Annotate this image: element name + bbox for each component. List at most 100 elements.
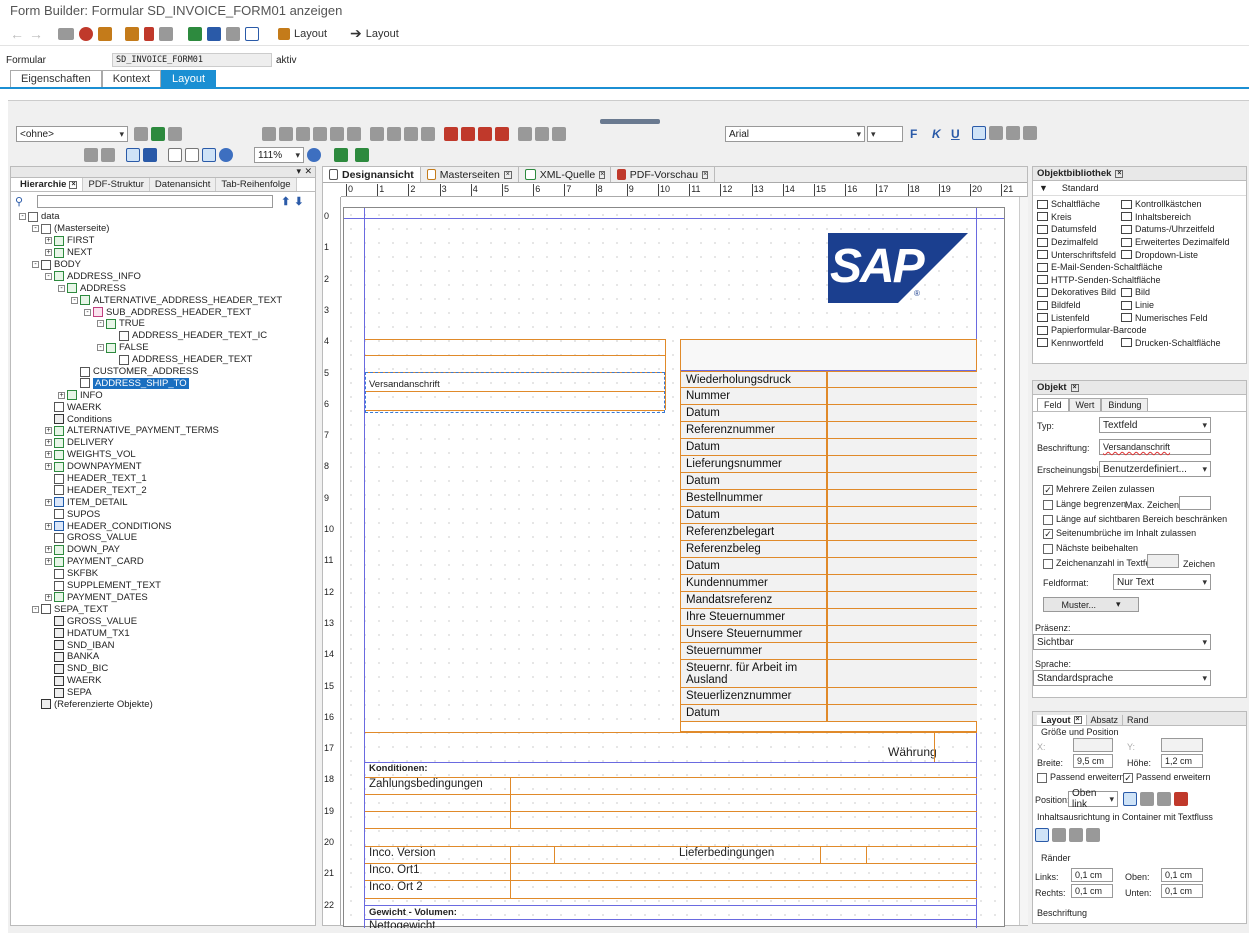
check-script-icon[interactable] (334, 148, 348, 162)
rechts-input[interactable]: 0,1 cm (1071, 884, 1113, 898)
library-item[interactable]: Unterschriftsfeld (1037, 248, 1121, 261)
tab-masterseiten[interactable]: Masterseiten × (421, 167, 519, 182)
expand-icon[interactable]: + (45, 463, 52, 471)
text-align-center-icon[interactable] (989, 126, 1003, 140)
preview-icon[interactable] (355, 148, 369, 162)
laenge-begrenzen-checkbox[interactable] (1043, 499, 1053, 510)
muster-dropdown-icon[interactable]: ▾ (1116, 599, 1121, 610)
collapse-icon[interactable]: - (32, 605, 39, 613)
structure-icon[interactable] (207, 26, 221, 41)
info-row[interactable]: Ihre Steuernummer (681, 608, 827, 626)
y-input[interactable] (1161, 738, 1203, 752)
info-row-value[interactable] (827, 506, 977, 524)
canvas-scrollbar[interactable] (1019, 197, 1028, 925)
info-row-value[interactable] (827, 371, 977, 388)
unten-input[interactable]: 0,1 cm (1161, 884, 1203, 898)
back-layer-icon[interactable] (535, 127, 549, 141)
laenge-sichtbar-checkbox[interactable] (1043, 514, 1053, 525)
library-group-toggle-icon[interactable]: ▼ (1039, 183, 1048, 193)
hierarchy-icon[interactable] (125, 26, 139, 41)
info-row[interactable]: Lieferungsnummer (681, 455, 827, 473)
align-right-icon[interactable] (279, 127, 293, 141)
zoom-out-icon[interactable] (219, 148, 233, 162)
info-row-value[interactable] (827, 591, 977, 609)
praesenz-select[interactable]: Sichtbar (1033, 634, 1211, 650)
tab-close-icon[interactable]: × (702, 170, 709, 179)
info-row-value[interactable] (827, 659, 977, 688)
library-item[interactable]: Dropdown-Liste (1121, 248, 1231, 261)
tree-item[interactable]: WAERK (11, 401, 316, 413)
tree-item[interactable]: ADDRESS_HEADER_TEXT (11, 354, 316, 366)
expand-icon[interactable]: + (45, 522, 52, 530)
info-row[interactable]: Nummer (681, 387, 827, 405)
info-row[interactable]: Datum (681, 404, 827, 422)
library-item[interactable]: Linie (1121, 299, 1231, 312)
info-row[interactable]: Datum (681, 557, 827, 575)
tree-item[interactable]: HEADER_TEXT_2 (11, 484, 316, 496)
zoom-in-icon[interactable] (307, 148, 321, 162)
library-item[interactable]: HTTP-Senden-Schaltfläche (1037, 274, 1161, 287)
tree-item[interactable]: SND_IBAN (11, 639, 316, 651)
layout-button-2[interactable]: ➔ Layout (350, 25, 399, 42)
oben-input[interactable]: 0,1 cm (1161, 868, 1203, 882)
tree-item[interactable]: SND_BIC (11, 663, 316, 675)
info-row-value[interactable] (827, 523, 977, 541)
tree-item[interactable]: WAERK (11, 675, 316, 687)
collapse-icon[interactable]: - (97, 320, 104, 328)
beschriftung-input[interactable]: Versandanschrift (1099, 439, 1211, 455)
info-row[interactable]: Datum (681, 506, 827, 524)
info-row[interactable]: Steuernummer (681, 642, 827, 660)
tree-item[interactable]: CUSTOMER_ADDRESS (11, 366, 316, 378)
align-center-v-icon[interactable] (347, 127, 361, 141)
info-row[interactable]: Datum (681, 472, 827, 490)
script-icon[interactable] (552, 127, 566, 141)
tree-item[interactable]: - TRUE (11, 318, 316, 330)
library-item[interactable]: Kennwortfeld (1037, 337, 1121, 350)
mehrere-zeilen-option[interactable]: ✓ Mehrere Zeilen zulassen (1043, 484, 1155, 495)
expand-icon[interactable]: + (45, 439, 52, 447)
naechste-option[interactable]: Nächste beibehalten (1043, 543, 1138, 554)
collapse-icon[interactable]: - (97, 344, 104, 352)
tab-absatz[interactable]: Absatz (1085, 715, 1123, 725)
bold-button[interactable]: F (910, 127, 917, 141)
tree-item[interactable]: HDATUM_TX1 (11, 627, 316, 639)
expand-icon[interactable]: + (45, 558, 52, 566)
expand-icon[interactable]: + (45, 593, 52, 601)
wrap-icon[interactable] (478, 127, 492, 141)
tree-item[interactable]: - ADDRESS (11, 282, 316, 294)
snap-grid-icon[interactable] (143, 148, 157, 162)
info-row-value[interactable] (827, 540, 977, 558)
table-icon[interactable] (226, 26, 240, 41)
tree-item[interactable]: ADDRESS_HEADER_TEXT_IC (11, 330, 316, 342)
seitenumbrueche-checkbox[interactable]: ✓ (1043, 528, 1053, 539)
activate-icon[interactable] (79, 26, 93, 41)
info-row[interactable]: Referenznummer (681, 421, 827, 439)
collapse-icon[interactable]: - (45, 272, 52, 280)
info-row-value[interactable] (827, 489, 977, 507)
info-row-value[interactable] (827, 608, 977, 626)
add-icon[interactable] (151, 127, 165, 141)
tree-item[interactable]: SUPOS (11, 508, 316, 520)
font-select[interactable]: Arial (725, 126, 865, 142)
seitenumbrueche-option[interactable]: ✓ Seitenumbrüche im Inhalt zulassen (1043, 528, 1196, 539)
tab-pdf-vorschau[interactable]: PDF-Vorschau × (611, 167, 715, 182)
align-top-icon[interactable] (296, 127, 310, 141)
library-item[interactable]: Inhaltsbereich (1121, 211, 1231, 224)
expand-icon[interactable]: + (58, 391, 65, 399)
versandanschrift-field[interactable]: Versandanschrift (365, 372, 665, 413)
info-row-value[interactable] (827, 421, 977, 439)
library-item[interactable]: Kontrollkästchen (1121, 198, 1231, 211)
library-item[interactable]: Dekoratives Bild (1037, 286, 1121, 299)
info-row-value[interactable] (827, 642, 977, 660)
tab-kontext[interactable]: Kontext (101, 70, 162, 87)
tree-item[interactable]: - ADDRESS_INFO (11, 270, 316, 282)
expand-icon[interactable]: + (45, 451, 52, 459)
library-item[interactable]: Papierformular-Barcode (1037, 324, 1147, 337)
erscheinungsbild-select[interactable]: Benutzerdefiniert... (1099, 461, 1211, 477)
info-row-value[interactable] (827, 455, 977, 473)
tab-close-icon[interactable]: × (69, 180, 78, 189)
stamp-icon[interactable] (159, 26, 173, 41)
align-left-icon[interactable] (262, 127, 276, 141)
info-row-value[interactable] (827, 557, 977, 575)
content-align-left-icon[interactable] (1035, 828, 1049, 842)
